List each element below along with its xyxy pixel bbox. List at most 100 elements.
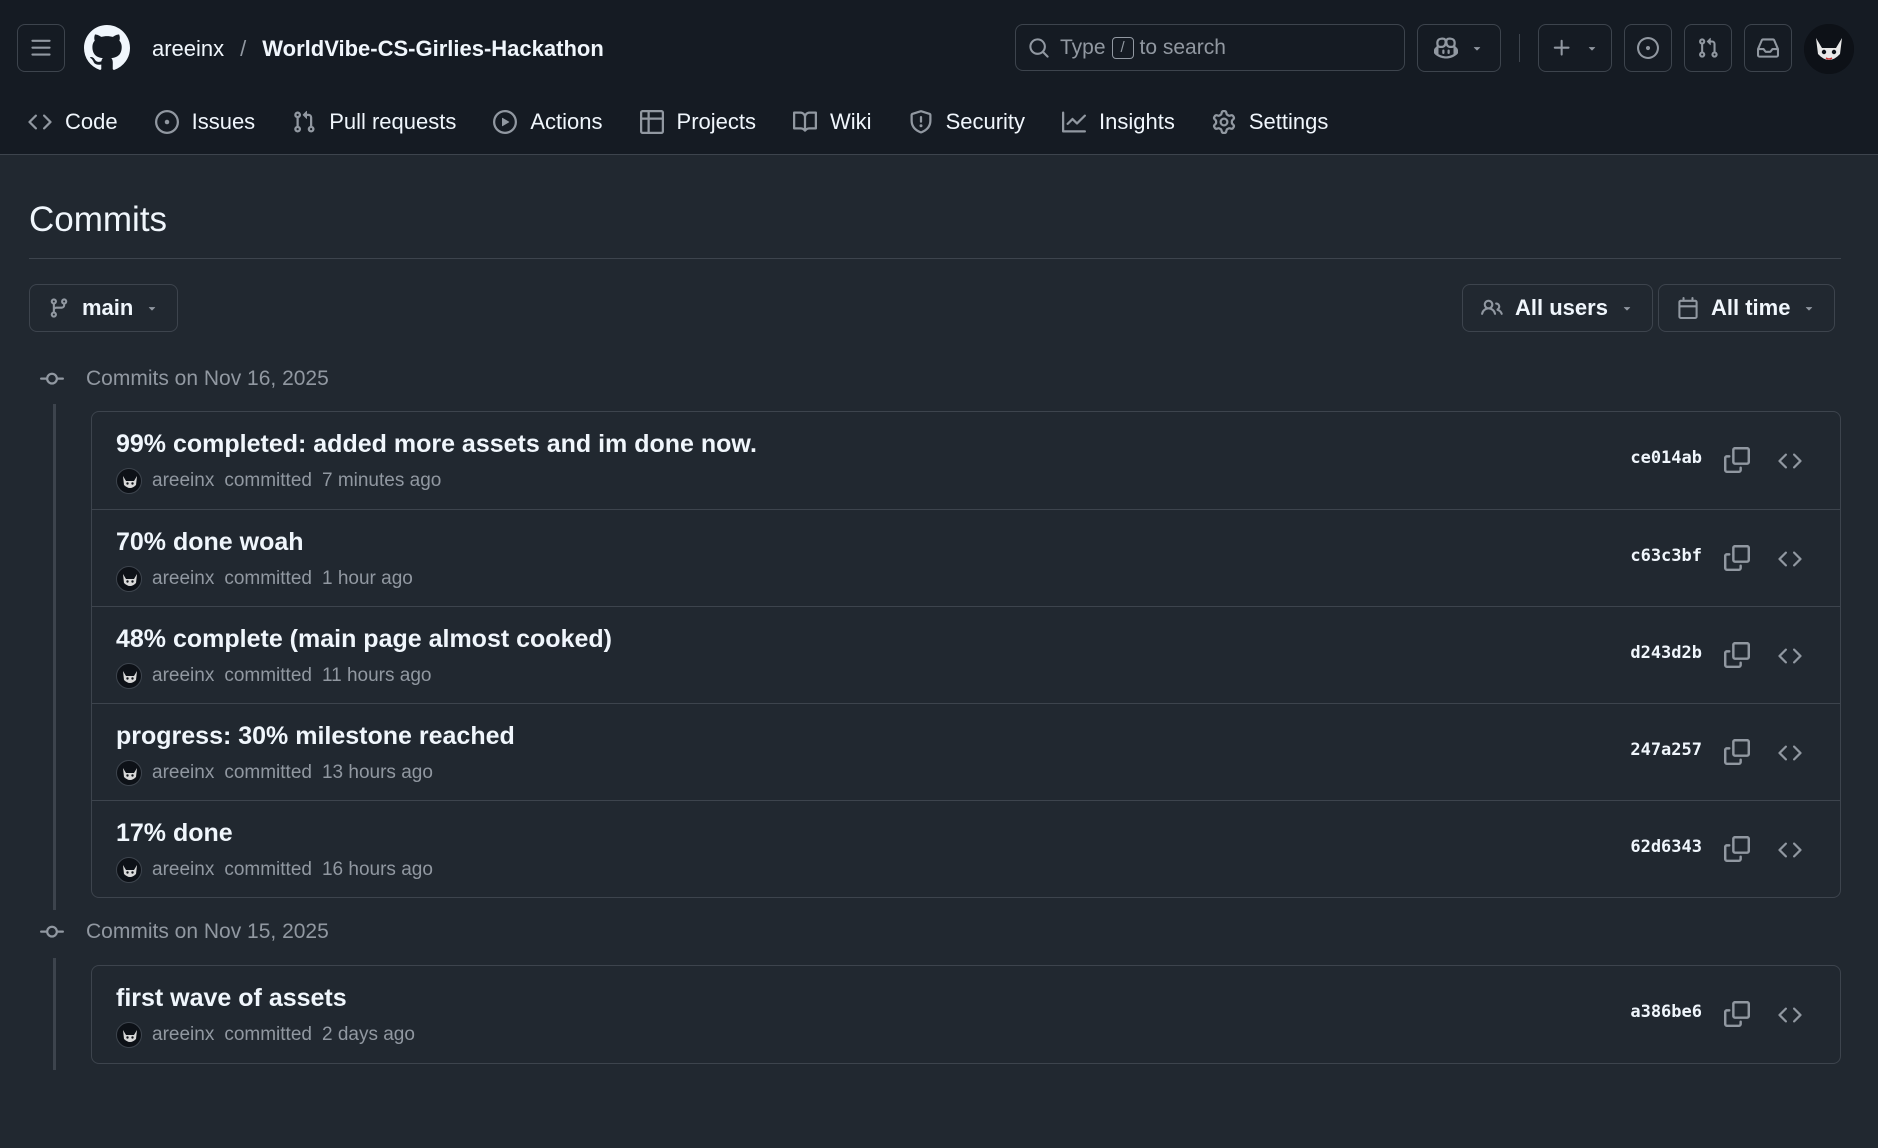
author-avatar[interactable] bbox=[116, 760, 142, 786]
tab-issues[interactable]: Issues bbox=[154, 109, 256, 135]
author-link[interactable]: areeinx bbox=[152, 859, 214, 881]
copy-icon[interactable] bbox=[1724, 739, 1750, 765]
commit-sha-link[interactable]: c63c3bf bbox=[1630, 546, 1702, 566]
copy-icon[interactable] bbox=[1724, 1001, 1750, 1027]
tab-label: Actions bbox=[530, 109, 603, 134]
author-link[interactable]: areeinx bbox=[152, 665, 214, 687]
browse-code-icon[interactable] bbox=[1778, 838, 1802, 862]
search-input[interactable]: Type / to search bbox=[1015, 24, 1405, 71]
commit-time: 16 hours ago bbox=[321, 859, 433, 880]
hamburger-icon bbox=[30, 37, 52, 59]
pull-requests-button[interactable] bbox=[1684, 24, 1732, 72]
search-icon bbox=[1028, 37, 1050, 59]
branch-select-button[interactable]: main bbox=[29, 284, 179, 332]
commit-meta: areeinx committed 7 minutes ago bbox=[116, 468, 441, 494]
copy-icon[interactable] bbox=[1724, 545, 1750, 571]
commit-verb: committed bbox=[224, 665, 312, 686]
breadcrumb-separator: / bbox=[240, 36, 247, 61]
commit-sha-link[interactable]: ce014ab bbox=[1630, 448, 1702, 468]
create-new-button[interactable] bbox=[1538, 24, 1612, 72]
tab-pull-requests[interactable]: Pull requests bbox=[292, 109, 456, 135]
commit-time: 1 hour ago bbox=[321, 568, 413, 589]
repo-owner-link[interactable]: areeinx bbox=[152, 36, 224, 62]
inbox-icon bbox=[1757, 37, 1779, 59]
calendar-icon bbox=[1677, 297, 1699, 319]
pull-request-icon bbox=[292, 110, 316, 134]
tab-code[interactable]: Code bbox=[28, 109, 118, 135]
commit-meta: areeinx committed 2 days ago bbox=[116, 1022, 415, 1048]
commit-group-heading: Commits on Nov 15, 2025 bbox=[40, 917, 329, 947]
commit-meta: areeinx committed 11 hours ago bbox=[116, 663, 431, 689]
browse-code-icon[interactable] bbox=[1778, 547, 1802, 571]
author-avatar[interactable] bbox=[116, 663, 142, 689]
commit-message-link[interactable]: first wave of assets bbox=[116, 984, 347, 1013]
commit-list: first wave of assets areeinx committed 2… bbox=[91, 965, 1841, 1064]
tab-label: Issues bbox=[191, 109, 256, 134]
author-avatar[interactable] bbox=[116, 857, 142, 883]
copy-icon[interactable] bbox=[1724, 447, 1750, 473]
menu-button[interactable] bbox=[17, 24, 65, 72]
tab-wiki[interactable]: Wiki bbox=[793, 109, 872, 135]
users-filter-button[interactable]: All users bbox=[1462, 284, 1653, 332]
time-filter-button[interactable]: All time bbox=[1658, 284, 1836, 332]
browse-code-icon[interactable] bbox=[1778, 449, 1802, 473]
shield-icon bbox=[909, 110, 933, 134]
browse-code-icon[interactable] bbox=[1778, 1003, 1802, 1027]
copilot-icon[interactable] bbox=[1434, 36, 1458, 60]
author-link[interactable]: areeinx bbox=[152, 470, 214, 492]
browse-code-icon[interactable] bbox=[1778, 644, 1802, 668]
repo-name-link[interactable]: WorldVibe-CS-Girlies-Hackathon bbox=[262, 36, 603, 62]
commit-message-link[interactable]: 99% completed: added more assets and im … bbox=[116, 430, 757, 459]
author-link[interactable]: areeinx bbox=[152, 568, 214, 590]
commit-sha-link[interactable]: 247a257 bbox=[1630, 740, 1702, 760]
commit-time: 7 minutes ago bbox=[321, 470, 442, 491]
commit-sha-link[interactable]: d243d2b bbox=[1630, 643, 1702, 663]
group-date-label: Commits on Nov 16, 2025 bbox=[86, 367, 329, 390]
copy-icon[interactable] bbox=[1724, 836, 1750, 862]
plus-icon bbox=[1551, 37, 1573, 59]
timeline-line bbox=[53, 958, 56, 1070]
author-link[interactable]: areeinx bbox=[152, 1024, 214, 1046]
play-icon bbox=[493, 110, 518, 134]
commit-message-link[interactable]: 70% done woah bbox=[116, 528, 304, 557]
chevron-down-icon bbox=[1585, 41, 1599, 55]
author-link[interactable]: areeinx bbox=[152, 762, 214, 784]
commit-row: 17% done areeinx committed 16 hours ago … bbox=[92, 800, 1840, 897]
commit-message-link[interactable]: progress: 30% milestone reached bbox=[116, 722, 515, 751]
global-header: areeinx / WorldVibe-CS-Girlies-Hackathon… bbox=[0, 0, 1878, 155]
git-branch-icon bbox=[48, 297, 70, 319]
group-date-label: Commits on Nov 15, 2025 bbox=[86, 920, 329, 943]
commit-verb: committed bbox=[224, 762, 312, 783]
tab-security[interactable]: Security bbox=[909, 109, 1025, 135]
users-filter-label: All users bbox=[1515, 295, 1608, 320]
tab-actions[interactable]: Actions bbox=[493, 109, 603, 135]
timeline-line bbox=[53, 404, 56, 910]
author-avatar[interactable] bbox=[116, 566, 142, 592]
search-placeholder-suffix: to search bbox=[1139, 35, 1226, 59]
issues-button[interactable] bbox=[1624, 24, 1672, 72]
search-placeholder-prefix: Type bbox=[1060, 35, 1106, 59]
inbox-button[interactable] bbox=[1744, 24, 1792, 72]
author-avatar[interactable] bbox=[116, 1022, 142, 1048]
commit-message-link[interactable]: 17% done bbox=[116, 819, 233, 848]
tab-projects[interactable]: Projects bbox=[639, 109, 756, 135]
commit-time: 13 hours ago bbox=[321, 762, 433, 783]
github-logo-icon[interactable] bbox=[84, 25, 130, 71]
author-avatar[interactable] bbox=[116, 468, 142, 494]
tab-insights[interactable]: Insights bbox=[1062, 109, 1175, 135]
git-commit-icon bbox=[40, 920, 86, 944]
copy-icon[interactable] bbox=[1724, 642, 1750, 668]
table-icon bbox=[639, 110, 664, 134]
browse-code-icon[interactable] bbox=[1778, 741, 1802, 765]
chevron-down-icon[interactable] bbox=[1470, 41, 1484, 55]
user-avatar[interactable] bbox=[1804, 24, 1854, 74]
tab-label: Code bbox=[65, 109, 118, 134]
copilot-button-group bbox=[1417, 24, 1501, 72]
tab-label: Pull requests bbox=[329, 109, 457, 134]
commit-sha-link[interactable]: a386be6 bbox=[1630, 1002, 1702, 1022]
commit-row: 70% done woah areeinx committed 1 hour a… bbox=[92, 509, 1840, 606]
tab-settings[interactable]: Settings bbox=[1212, 109, 1328, 135]
commit-message-link[interactable]: 48% complete (main page almost cooked) bbox=[116, 625, 612, 654]
issue-icon bbox=[154, 110, 179, 134]
commit-sha-link[interactable]: 62d6343 bbox=[1630, 837, 1702, 857]
